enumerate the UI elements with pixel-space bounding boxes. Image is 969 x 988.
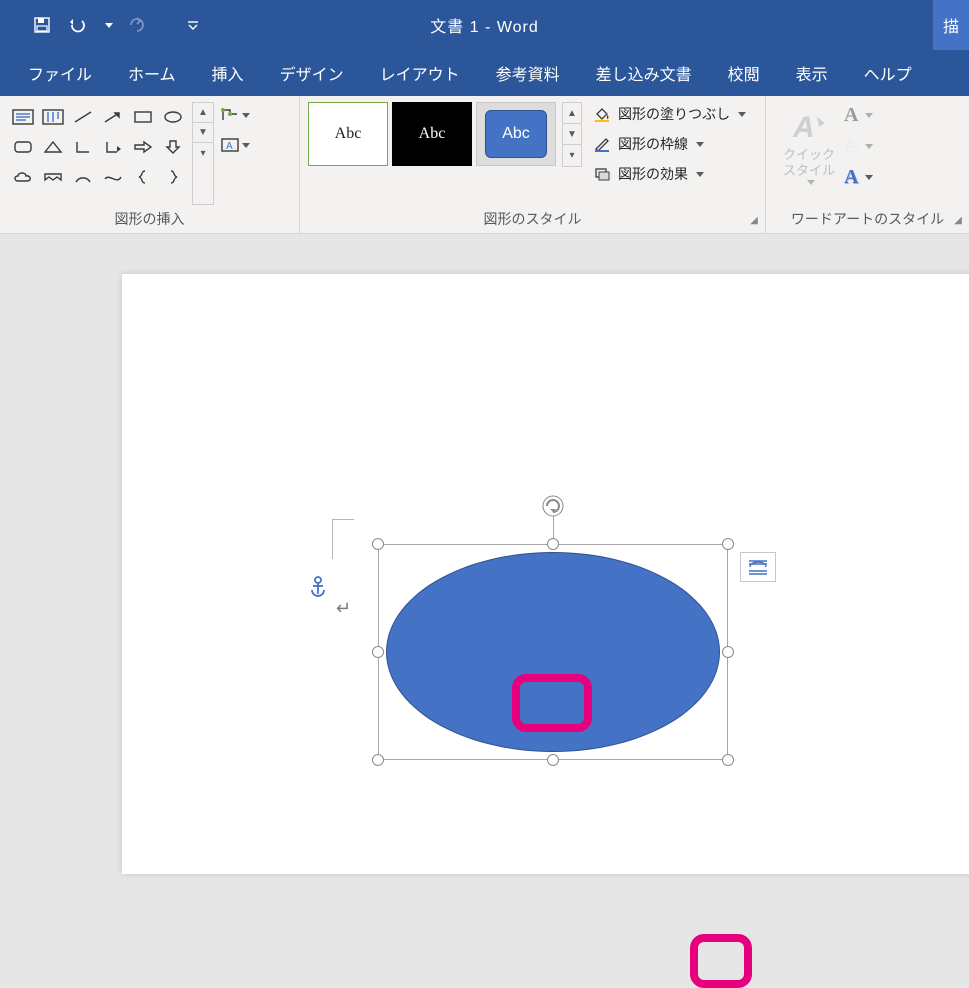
tab-view[interactable]: 表示 [778, 50, 846, 96]
style-preset-2[interactable]: Abc [392, 102, 472, 166]
paragraph-mark: ↵ [336, 598, 351, 619]
shape-cloud[interactable] [8, 162, 38, 192]
style-gallery-scroll[interactable]: ▲ ▼ ▾ [562, 102, 582, 167]
group-label: ワードアートのスタイル [774, 205, 961, 233]
shape-textbox-v[interactable] [38, 102, 68, 132]
shape-outline-label: 図形の枠線 [618, 134, 688, 154]
tab-file[interactable]: ファイル [10, 50, 110, 96]
resize-handle-b[interactable] [547, 754, 559, 766]
shape-textbox-h[interactable] [8, 102, 38, 132]
shape-l[interactable] [68, 132, 98, 162]
svg-text:A: A [226, 141, 233, 152]
shape-fill-button[interactable]: 図形の塗りつぶし [592, 104, 746, 124]
doc-title: 文書 1 [430, 19, 479, 36]
resize-handle-l[interactable] [372, 646, 384, 658]
shape-effects-button[interactable]: 図形の効果 [592, 164, 746, 184]
resize-handle-t[interactable] [547, 538, 559, 550]
resize-handle-tl[interactable] [372, 538, 384, 550]
shape-down-arrow[interactable] [158, 132, 188, 162]
qat-customize[interactable] [181, 13, 205, 37]
shape-line[interactable] [68, 102, 98, 132]
shape-oval[interactable] [158, 102, 188, 132]
scroll-down-icon[interactable]: ▼ [563, 124, 581, 145]
annotation-ring-handle [690, 934, 752, 988]
shape-arc[interactable] [68, 162, 98, 192]
save-button[interactable] [30, 13, 54, 37]
shape-brace-r[interactable] [158, 162, 188, 192]
document-canvas[interactable]: ↵ [0, 234, 969, 832]
dialog-launcher-icon[interactable]: ◢ [951, 213, 965, 227]
margin-guide [332, 519, 354, 559]
ribbon-tabs: ファイル ホーム 挿入 デザイン レイアウト 参考資料 差し込み文書 校閲 表示… [0, 50, 969, 96]
scroll-up-icon[interactable]: ▲ [563, 103, 581, 124]
shape-ribbon[interactable] [38, 162, 68, 192]
svg-text:A: A [792, 111, 815, 144]
shape-roundrect[interactable] [8, 132, 38, 162]
group-label: 図形のスタイル [308, 205, 757, 233]
scroll-more-icon[interactable]: ▾ [563, 145, 581, 166]
shapes-scroll[interactable]: ▲ ▼ ▾ [192, 102, 214, 205]
ribbon: ▲ ▼ ▾ A 図形の挿入 Abc Abc Abc ▲ [0, 96, 969, 234]
redo-button[interactable] [125, 13, 149, 37]
text-effects-button[interactable]: A [844, 166, 873, 189]
tab-layout[interactable]: レイアウト [362, 50, 478, 96]
shape-effects-label: 図形の効果 [618, 164, 688, 184]
effects-icon [592, 165, 612, 183]
resize-handle-r[interactable] [722, 646, 734, 658]
tab-review[interactable]: 校閲 [710, 50, 778, 96]
style-preset-3[interactable]: Abc [476, 102, 556, 166]
scroll-up-icon[interactable]: ▲ [193, 103, 213, 123]
page[interactable]: ↵ [122, 274, 969, 874]
bucket-icon [592, 105, 612, 123]
tab-home[interactable]: ホーム [110, 50, 194, 96]
group-wordart-styles: A クイックスタイル A A A ワードアートのスタイル ◢ [766, 96, 969, 233]
layout-options-button[interactable] [740, 552, 776, 582]
pen-icon [592, 135, 612, 153]
resize-handle-br[interactable] [722, 754, 734, 766]
shape-brace-l[interactable] [128, 162, 158, 192]
shape-style-gallery[interactable]: Abc Abc Abc ▲ ▼ ▾ [308, 102, 582, 205]
shape-outline-button[interactable]: 図形の枠線 [592, 134, 746, 154]
app-name: Word [497, 19, 539, 36]
style-preset-1[interactable]: Abc [308, 102, 388, 166]
group-label: 図形の挿入 [8, 205, 291, 233]
draw-textbox-button[interactable]: A [220, 132, 250, 158]
group-shape-styles: Abc Abc Abc ▲ ▼ ▾ 図形の塗りつぶし 図形の枠線 [300, 96, 766, 233]
tab-references[interactable]: 参考資料 [478, 50, 578, 96]
shape-rectangle[interactable] [128, 102, 158, 132]
shape-right-arrow[interactable] [128, 132, 158, 162]
edit-shape-button[interactable] [220, 102, 250, 128]
shape-wave[interactable] [98, 162, 128, 192]
tab-design[interactable]: デザイン [262, 50, 362, 96]
rotate-handle[interactable] [539, 492, 567, 520]
shape-triangle[interactable] [38, 132, 68, 162]
window-title: 文書 1 - Word [430, 13, 539, 37]
selected-shape[interactable] [378, 544, 728, 760]
contextual-tab-drawing[interactable]: 描 [933, 0, 969, 50]
shape-arrow-line[interactable] [98, 102, 128, 132]
undo-button[interactable] [66, 13, 90, 37]
dialog-launcher-icon[interactable]: ◢ [747, 213, 761, 227]
scroll-more-icon[interactable]: ▾ [193, 143, 213, 163]
tab-insert[interactable]: 挿入 [194, 50, 262, 96]
resize-handle-tr[interactable] [722, 538, 734, 550]
shape-fill-label: 図形の塗りつぶし [618, 104, 730, 124]
quick-access-toolbar [0, 13, 205, 37]
quick-style-button: A クイックスタイル [774, 102, 844, 192]
anchor-icon [308, 576, 328, 601]
title-bar: 文書 1 - Word 描 [0, 0, 969, 50]
shapes-gallery[interactable] [8, 102, 188, 205]
shape-l-arrow[interactable] [98, 132, 128, 162]
ellipse-shape[interactable] [386, 552, 720, 752]
resize-handle-bl[interactable] [372, 754, 384, 766]
text-fill-button: A [844, 104, 873, 127]
tab-mailings[interactable]: 差し込み文書 [578, 50, 710, 96]
group-insert-shapes: ▲ ▼ ▾ A 図形の挿入 [0, 96, 300, 233]
text-outline-button: A [844, 135, 873, 158]
tab-help[interactable]: ヘルプ [846, 50, 930, 96]
scroll-down-icon[interactable]: ▼ [193, 123, 213, 143]
